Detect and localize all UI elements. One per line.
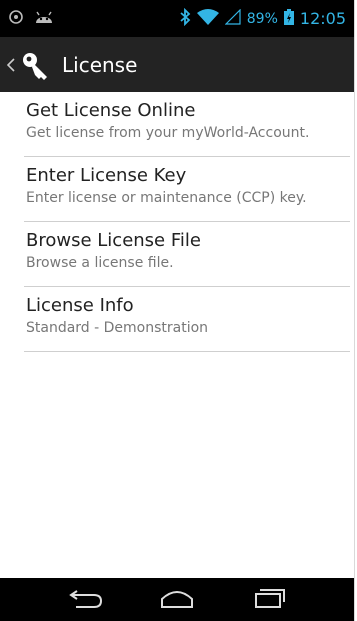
key-icon[interactable] <box>20 49 52 81</box>
status-right: 89% 12:05 <box>179 7 346 30</box>
item-subtitle: Get license from your myWorld-Account. <box>26 125 310 141</box>
status-left <box>8 9 54 29</box>
wifi-icon <box>196 8 219 29</box>
list-item-browse-license-file[interactable]: Browse License File Browse a license fil… <box>0 222 354 287</box>
settings-icon <box>8 9 24 29</box>
status-bar: 89% 12:05 <box>0 0 354 37</box>
home-icon[interactable] <box>159 587 195 613</box>
item-title: License Info <box>26 295 134 316</box>
page-title: License <box>62 52 138 77</box>
signal-icon <box>224 8 241 29</box>
battery-icon <box>283 8 294 29</box>
license-options-list: Get License Online Get license from your… <box>0 92 354 352</box>
item-title: Enter License Key <box>26 165 187 186</box>
battery-percent: 89% <box>246 10 278 27</box>
navigation-bar <box>0 578 354 621</box>
action-bar: License <box>0 37 354 92</box>
android-icon <box>34 9 54 29</box>
recent-apps-icon[interactable] <box>250 587 286 613</box>
item-title: Browse License File <box>26 230 201 251</box>
status-time: 12:05 <box>299 9 346 28</box>
screen: 89% 12:05 License Get License Online Get… <box>0 0 354 621</box>
list-item-license-info[interactable]: License Info Standard - Demonstration <box>0 287 354 352</box>
item-subtitle: Standard - Demonstration <box>26 320 209 336</box>
divider <box>24 351 350 352</box>
back-chevron-icon[interactable] <box>4 53 18 77</box>
bluetooth-icon <box>179 7 191 30</box>
item-title: Get License Online <box>26 100 196 121</box>
list-item-enter-license-key[interactable]: Enter License Key Enter license or maint… <box>0 157 354 222</box>
back-icon[interactable] <box>68 587 104 613</box>
list-item-get-license-online[interactable]: Get License Online Get license from your… <box>0 92 354 157</box>
item-subtitle: Browse a license file. <box>26 255 174 271</box>
item-subtitle: Enter license or maintenance (CCP) key. <box>26 190 307 206</box>
